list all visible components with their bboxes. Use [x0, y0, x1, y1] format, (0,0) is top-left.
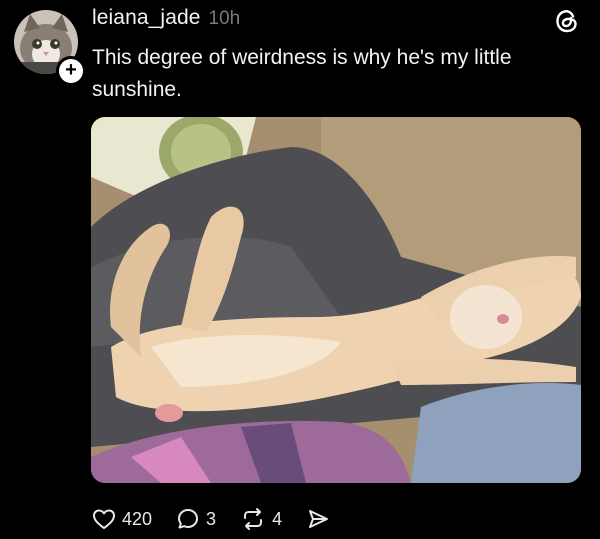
avatar-container[interactable]: + — [14, 10, 86, 86]
repost-count: 4 — [272, 508, 283, 529]
like-count: 420 — [122, 508, 153, 529]
post-caption: This degree of weirdness is why he's my … — [92, 46, 512, 101]
threads-logo-icon — [556, 10, 577, 33]
action-bar: 420 3 4 — [92, 506, 354, 532]
thread-post: + leiana_jade 10h This degree of weirdne… — [0, 0, 600, 539]
send-icon — [309, 510, 329, 528]
timestamp: 10h — [208, 8, 241, 29]
reply-count: 3 — [206, 508, 217, 529]
like-button[interactable]: 420 — [92, 508, 152, 530]
repost-icon — [244, 508, 263, 530]
username[interactable]: leiana_jade — [92, 6, 201, 30]
reply-button[interactable]: 3 — [176, 507, 216, 531]
follow-plus-button[interactable]: + — [56, 56, 86, 86]
post-header: leiana_jade 10h — [92, 6, 240, 34]
speech-bubble-icon — [178, 509, 199, 529]
share-button[interactable] — [306, 507, 330, 531]
repost-button[interactable]: 4 — [240, 507, 282, 531]
post-photo[interactable] — [91, 117, 581, 483]
heart-icon — [93, 509, 115, 529]
